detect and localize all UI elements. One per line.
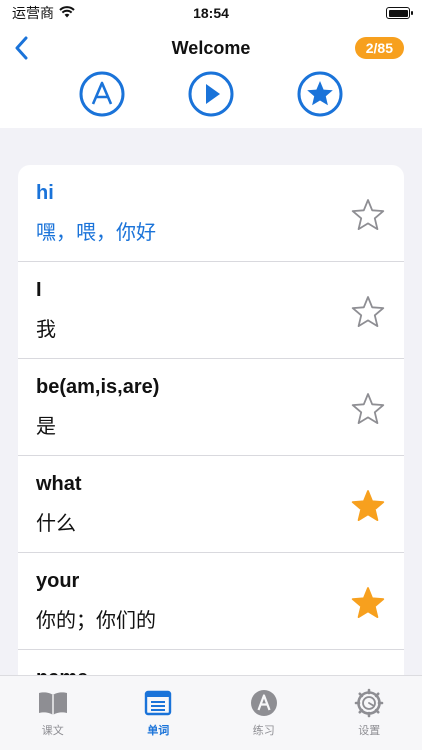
tab-label: 单词 bbox=[147, 725, 170, 737]
word-row[interactable]: I 我 bbox=[18, 262, 404, 359]
word-chinese: 你的；你们的 bbox=[36, 610, 156, 632]
word-english: I bbox=[36, 279, 42, 301]
carrier-name: 运营商 bbox=[12, 5, 54, 21]
star-outline-icon[interactable] bbox=[350, 294, 386, 330]
back-button[interactable] bbox=[6, 32, 36, 64]
clock: 18:54 bbox=[193, 5, 229, 21]
wifi-icon bbox=[58, 5, 76, 21]
word-english: be(am,is,are) bbox=[36, 376, 160, 398]
tab-vocabulary[interactable]: 单词 bbox=[106, 676, 212, 750]
header-area: 运营商 18:54 Welcome 2/85 bbox=[0, 0, 422, 128]
word-english: hi bbox=[36, 182, 54, 204]
favorites-button[interactable] bbox=[296, 70, 344, 118]
word-english: name bbox=[36, 666, 404, 675]
tab-bar: 课文 单词 练习 设置 bbox=[0, 675, 422, 750]
toolbar bbox=[0, 70, 422, 118]
word-chinese: 什么 bbox=[36, 513, 76, 535]
word-chinese: 我 bbox=[36, 319, 56, 341]
star-filled-icon[interactable] bbox=[350, 488, 386, 524]
navigation-bar: Welcome 2/85 bbox=[0, 26, 422, 70]
play-icon bbox=[188, 71, 234, 117]
tab-label: 练习 bbox=[252, 725, 275, 737]
tab-label: 课文 bbox=[41, 725, 64, 737]
status-bar: 运营商 18:54 bbox=[0, 0, 422, 26]
practice-icon bbox=[250, 690, 277, 716]
tab-practice[interactable]: 练习 bbox=[211, 676, 317, 750]
word-english: your bbox=[36, 570, 80, 592]
word-english: what bbox=[36, 473, 82, 495]
letter-a-icon bbox=[79, 71, 125, 117]
tab-lessons[interactable]: 课文 bbox=[0, 676, 106, 750]
battery-icon bbox=[386, 7, 413, 19]
play-button[interactable] bbox=[187, 70, 235, 118]
tab-settings[interactable]: 设置 bbox=[317, 676, 422, 750]
word-chinese: 是 bbox=[36, 416, 56, 438]
auto-read-button[interactable] bbox=[78, 70, 126, 118]
tab-label: 设置 bbox=[358, 725, 381, 737]
word-chinese: 嘿，喂，你好 bbox=[36, 222, 156, 244]
word-row[interactable]: hi 嘿，喂，你好 bbox=[18, 165, 404, 262]
carrier: 运营商 bbox=[12, 3, 152, 23]
word-row[interactable]: be(am,is,are) 是 bbox=[18, 359, 404, 456]
star-icon bbox=[297, 71, 343, 117]
chevron-left-icon bbox=[15, 36, 28, 60]
progress-badge: 2/85 bbox=[354, 37, 404, 59]
star-filled-icon[interactable] bbox=[350, 585, 386, 621]
page-title: Welcome bbox=[171, 37, 251, 58]
word-list: hi 嘿，喂，你好 I 我 be(am,is,are) 是 what 什么 yo… bbox=[18, 165, 404, 675]
book-icon bbox=[38, 692, 67, 715]
word-row[interactable]: name bbox=[18, 650, 404, 675]
word-row[interactable]: your 你的；你们的 bbox=[18, 553, 404, 650]
settings-icon bbox=[354, 688, 384, 718]
vocabulary-icon bbox=[145, 690, 172, 716]
word-row[interactable]: what 什么 bbox=[18, 456, 404, 553]
star-outline-icon[interactable] bbox=[350, 391, 386, 427]
star-outline-icon[interactable] bbox=[350, 197, 386, 233]
